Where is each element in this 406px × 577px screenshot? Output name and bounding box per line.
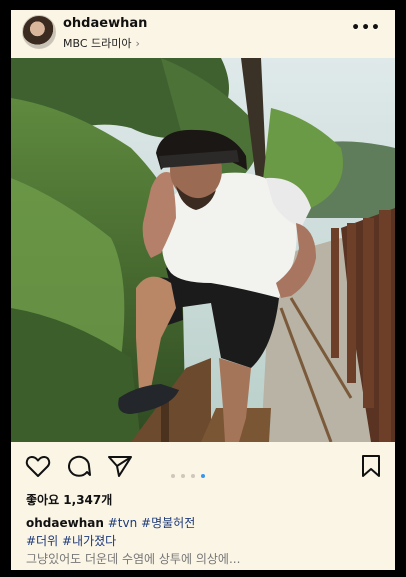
hashtag[interactable]: #명불허전 (141, 516, 195, 530)
chevron-right-icon: › (135, 37, 140, 50)
hashtag[interactable]: #더위 (26, 534, 58, 548)
carousel-dot[interactable] (171, 474, 175, 478)
post-photo[interactable] (11, 58, 395, 442)
likes-count[interactable]: 좋아요 1,347개 (26, 491, 112, 508)
post-actions (11, 450, 395, 486)
post-username[interactable]: ohdaewhan (63, 16, 147, 31)
carousel-dot[interactable] (181, 474, 185, 478)
hashtag[interactable]: #내가졌다 (62, 534, 116, 548)
caption-text: 그냥있어도 더운데 수염에 상투에 의상에... (26, 552, 241, 566)
share-icon[interactable] (107, 454, 133, 482)
carousel-dot-active[interactable] (201, 474, 205, 478)
post-location[interactable]: MBC 드라미아 › (63, 35, 140, 51)
photo-illustration (11, 58, 395, 442)
hashtag[interactable]: #tvn (108, 516, 137, 530)
heart-icon[interactable] (25, 454, 51, 482)
avatar[interactable] (22, 15, 56, 49)
more-options-button[interactable]: ••• (351, 20, 381, 36)
comment-icon[interactable] (66, 454, 92, 482)
carousel-indicator (171, 463, 211, 482)
carousel-dot[interactable] (191, 474, 195, 478)
post-location-label: MBC 드라미아 (63, 37, 132, 50)
post-card: ohdaewhan MBC 드라미아 › ••• 좋아요 1,347개 ohda… (11, 10, 395, 570)
bookmark-icon[interactable] (360, 454, 382, 482)
post-header: ohdaewhan MBC 드라미아 › ••• (11, 10, 395, 58)
post-caption: ohdaewhan #tvn #명불허전 #더위 #내가졌다 그냥있어도 더운데… (26, 514, 386, 568)
caption-username[interactable]: ohdaewhan (26, 516, 104, 530)
